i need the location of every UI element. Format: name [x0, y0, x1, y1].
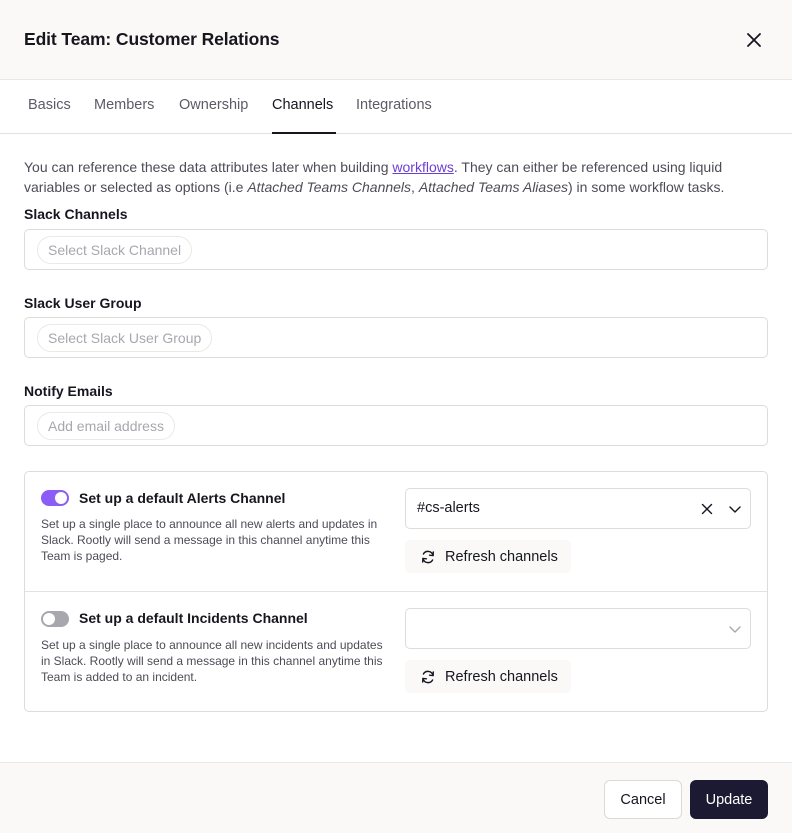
chevron-down-icon[interactable] — [728, 502, 742, 516]
workflows-link[interactable]: workflows — [392, 159, 453, 175]
alerts-channel-value: #cs-alerts — [417, 500, 480, 516]
alerts-channel-toggle[interactable] — [41, 490, 69, 506]
slack-user-group-placeholder: Select Slack User Group — [37, 324, 213, 352]
tab-members[interactable]: Members — [94, 97, 154, 133]
chevron-down-icon[interactable] — [728, 622, 742, 636]
slack-user-group-input[interactable]: Select Slack User Group — [24, 317, 768, 358]
tab-channels[interactable]: Channels — [272, 97, 336, 134]
default-channels-panel: Set up a default Alerts Channel Set up a… — [24, 471, 768, 712]
close-button[interactable] — [740, 26, 768, 54]
incidents-channel-title: Set up a default Incidents Channel — [79, 610, 308, 626]
alerts-channel-description: Set up a single place to announce all ne… — [41, 517, 378, 563]
incidents-channel-select[interactable] — [405, 608, 751, 649]
tab-basics[interactable]: Basics — [28, 97, 71, 133]
tab-bar: Basics Members Ownership Channels Integr… — [0, 80, 792, 134]
notify-emails-placeholder: Add email address — [37, 412, 175, 440]
toggle-knob — [43, 613, 55, 625]
intro-text-part: You can reference these data attributes … — [24, 159, 393, 175]
toggle-knob — [55, 492, 67, 504]
dialog-title: Edit Team: Customer Relations — [24, 29, 280, 49]
alerts-channel-select[interactable]: #cs-alerts — [405, 488, 751, 529]
dialog-footer: Cancel Update — [0, 762, 792, 833]
intro-emphasis: Attached Teams Aliases — [418, 178, 568, 195]
slack-channels-placeholder: Select Slack Channel — [37, 236, 193, 264]
clear-icon[interactable] — [700, 502, 714, 516]
update-button[interactable]: Update — [690, 780, 768, 819]
refresh-icon — [420, 549, 436, 565]
tab-integrations[interactable]: Integrations — [356, 97, 432, 133]
tab-ownership[interactable]: Ownership — [179, 97, 248, 133]
refresh-channels-label: Refresh channels — [445, 668, 558, 685]
cancel-button[interactable]: Cancel — [604, 780, 682, 819]
notify-emails-label: Notify Emails — [24, 383, 113, 399]
alerts-channel-title: Set up a default Alerts Channel — [79, 490, 286, 506]
dialog-header: Edit Team: Customer Relations — [0, 0, 792, 80]
notify-emails-input[interactable]: Add email address — [24, 405, 768, 446]
close-icon — [747, 33, 761, 47]
intro-text-part: ) in some workflow tasks. — [567, 178, 725, 195]
incidents-channel-description: Set up a single place to announce all ne… — [41, 638, 383, 684]
refresh-icon — [420, 669, 436, 685]
alerts-refresh-channels-button[interactable]: Refresh channels — [405, 540, 571, 573]
intro-separator: , — [411, 178, 419, 195]
refresh-channels-label: Refresh channels — [445, 548, 558, 565]
intro-emphasis: Attached Teams Channels — [247, 178, 412, 195]
divider — [25, 591, 767, 592]
slack-channels-input[interactable]: Select Slack Channel — [24, 229, 768, 270]
slack-user-group-label: Slack User Group — [24, 295, 142, 311]
slack-channels-label: Slack Channels — [24, 206, 128, 222]
incidents-channel-toggle[interactable] — [41, 611, 69, 627]
intro-text: You can reference these data attributes … — [24, 158, 768, 197]
incidents-refresh-channels-button[interactable]: Refresh channels — [405, 660, 571, 693]
